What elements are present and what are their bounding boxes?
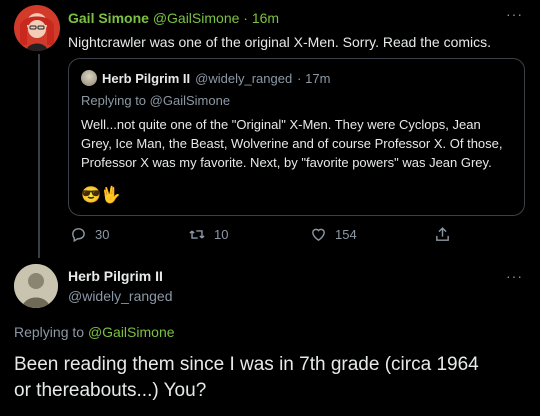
tweet-herb-pilgrim[interactable]: Herb Pilgrim II @widely_ranged ··· Reply… [0,258,540,416]
quote-author-handle[interactable]: @widely_ranged [195,71,292,86]
thread-line [38,54,40,258]
quote-emoji: 😎🖖 [81,187,121,204]
quote-text: Well...not quite one of the "Original" X… [81,115,503,172]
more-options-button[interactable]: ··· [506,6,523,22]
reply-count: 30 [95,227,110,242]
replying-prefix: Replying to [81,93,147,108]
avatar-portrait-icon [20,16,54,51]
quote-author-name[interactable]: Herb Pilgrim II [102,71,190,86]
quote-line-3: Professor X was my favorite. Next, by "f… [81,155,492,170]
quoted-tweet[interactable]: Herb Pilgrim II @widely_ranged · 17m Rep… [68,58,525,216]
avatar-herb-pilgrim[interactable] [14,264,58,308]
quote-header: Herb Pilgrim II @widely_ranged · 17m [81,70,330,86]
replying-handle[interactable]: @GailSimone [150,93,230,108]
share-icon [436,227,449,241]
quote-line-2: Grey, Ice Man, the Beast, Wolverine and … [81,136,503,151]
retweet-button[interactable]: 10 [188,226,228,243]
retweet-count: 10 [214,227,229,242]
replying-prefix: Replying to [14,324,85,340]
tweet-header: Gail Simone @GailSimone · 16m [68,10,279,26]
replying-to: Replying to @GailSimone [14,324,175,340]
reply-button[interactable]: 30 [70,226,109,243]
tweet-line-2: or thereabouts...) You? [14,380,207,401]
quote-line-1: Well...not quite one of the "Original" X… [81,117,481,132]
tweet-time[interactable]: · 16m [243,10,279,26]
avatar-gail-simone[interactable] [14,5,60,51]
heart-icon [312,228,325,242]
quote-avatar [81,70,97,86]
reply-icon [72,228,85,243]
tweet-line-1: Been reading them since I was in 7th gra… [14,354,479,375]
like-count: 154 [335,227,357,242]
share-button[interactable] [434,226,451,243]
like-button[interactable]: 154 [310,226,357,243]
author-name[interactable]: Herb Pilgrim II [68,268,163,284]
more-dots-icon: ··· [506,268,523,284]
replying-handle[interactable]: @GailSimone [88,324,175,340]
quote-replying-to: Replying to @GailSimone [81,93,230,108]
quote-time: · 17m [297,70,331,86]
author-name[interactable]: Gail Simone [68,10,149,26]
tweet-text: Nightcrawler was one of the original X-M… [68,34,492,50]
more-options-button[interactable]: ··· [506,268,523,284]
tweet-text: Been reading them since I was in 7th gra… [14,352,479,404]
retweet-icon [189,230,205,239]
avatar-portrait-icon [14,264,58,308]
author-handle[interactable]: @widely_ranged [68,288,173,304]
author-handle[interactable]: @GailSimone [153,10,240,26]
more-dots-icon: ··· [506,6,523,22]
